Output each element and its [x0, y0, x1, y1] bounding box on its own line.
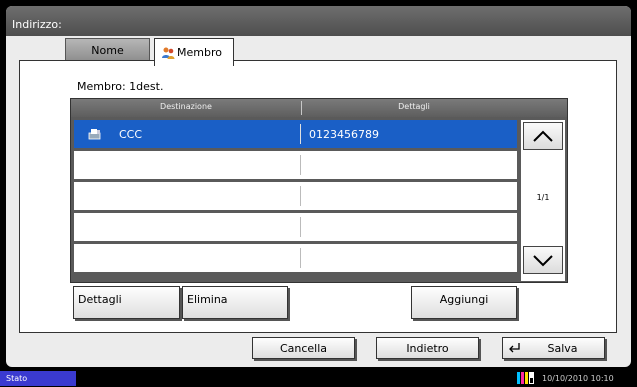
toner-status-icon: [517, 372, 534, 384]
page-title: Indirizzo:: [12, 18, 62, 31]
add-button[interactable]: Aggiungi: [411, 286, 517, 319]
enter-icon: [509, 343, 520, 353]
row-detail: 0123456789: [309, 128, 379, 141]
row-destination: CCC: [119, 128, 143, 141]
table-row[interactable]: [74, 213, 517, 241]
column-header-destinazione: Destinazione: [160, 102, 212, 111]
scroll-down-button[interactable]: [523, 246, 563, 274]
cell-divider: [300, 155, 301, 175]
column-divider: [301, 101, 302, 115]
tab-membro[interactable]: Membro: [154, 38, 234, 66]
tab-nome[interactable]: Nome: [65, 38, 150, 62]
status-button[interactable]: Stato: [0, 371, 76, 386]
cell-divider: [300, 217, 301, 237]
destination-table: Destinazione Dettagli CCC 0123456789 1/1: [70, 98, 568, 283]
table-row[interactable]: [74, 244, 517, 272]
screen: Indirizzo: Nome Membro Membro: 1dest. De…: [0, 0, 637, 387]
details-button[interactable]: Dettagli: [73, 286, 180, 319]
cell-divider: [300, 124, 301, 144]
table-row[interactable]: [74, 151, 517, 179]
cell-divider: [300, 186, 301, 206]
table-row[interactable]: [74, 182, 517, 210]
table-row[interactable]: CCC 0123456789: [74, 120, 517, 148]
title-bar: Indirizzo:: [6, 6, 631, 36]
cancel-button[interactable]: Cancella: [252, 337, 355, 359]
save-button[interactable]: Salva: [502, 337, 605, 359]
status-bar: Stato 10/10/2010 10:10: [0, 370, 637, 387]
tab-membro-label: Membro: [177, 46, 222, 59]
clock: 10/10/2010 10:10: [542, 374, 614, 383]
table-header: Destinazione Dettagli: [71, 99, 567, 117]
save-button-label: Salva: [547, 341, 578, 355]
page-indicator: 1/1: [536, 193, 550, 202]
chevron-down-icon: [533, 255, 553, 267]
scroll-up-button[interactable]: [523, 122, 563, 150]
cell-divider: [300, 248, 301, 268]
fax-icon: [88, 129, 101, 140]
member-count: Membro: 1dest.: [77, 80, 164, 93]
tab-nome-label: Nome: [91, 44, 124, 57]
scroll-column: 1/1: [521, 120, 565, 281]
members-icon: [162, 47, 175, 59]
column-header-dettagli: Dettagli: [398, 102, 430, 111]
delete-button[interactable]: Elimina: [182, 286, 288, 319]
back-button[interactable]: Indietro: [376, 337, 479, 359]
chevron-up-icon: [533, 130, 553, 142]
